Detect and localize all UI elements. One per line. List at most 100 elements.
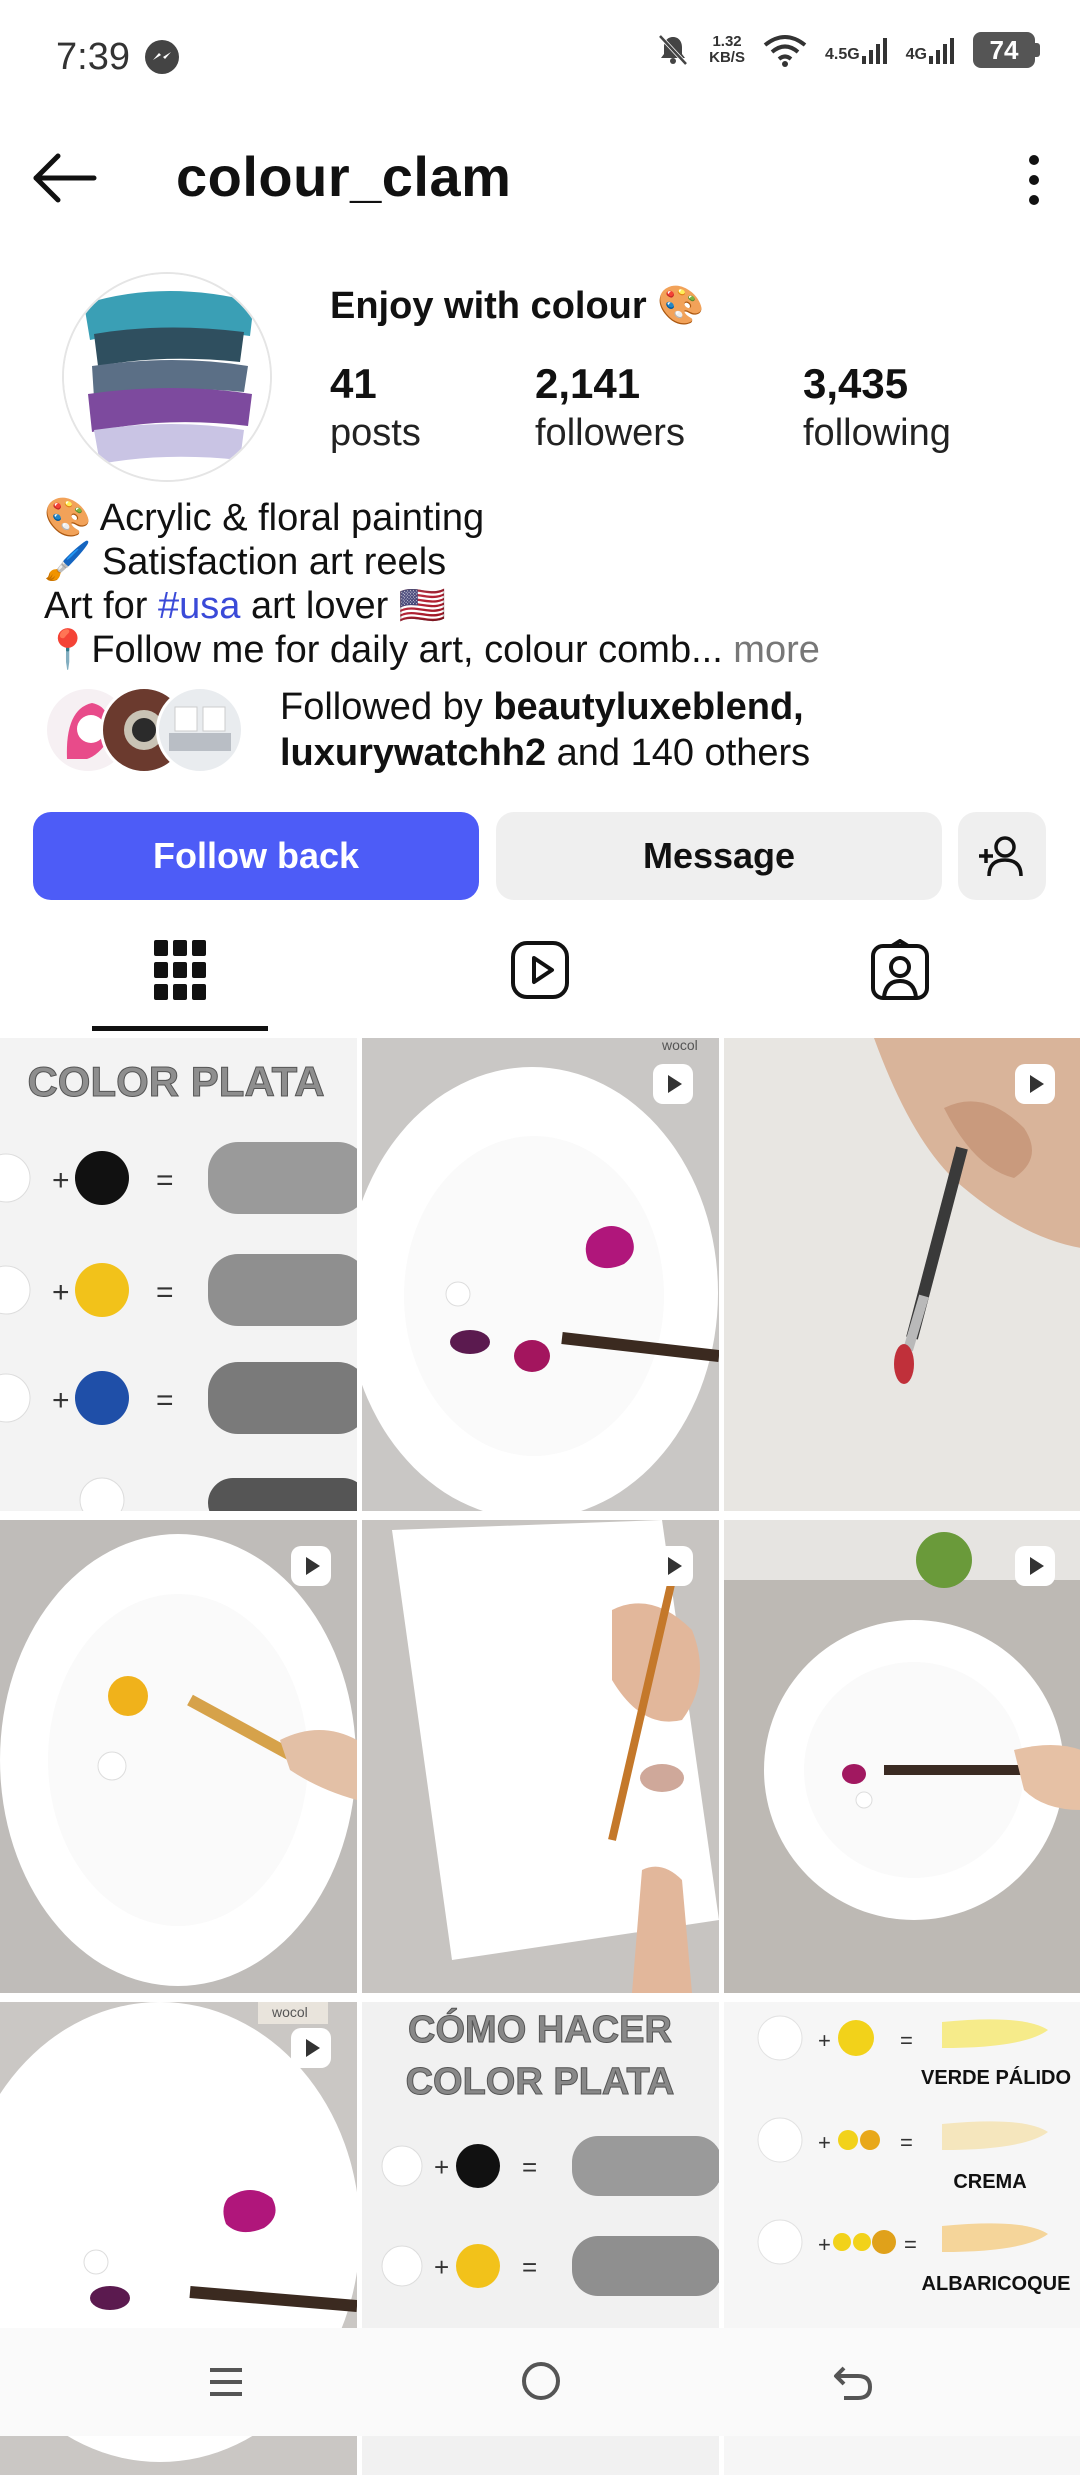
follower-avatar	[156, 686, 244, 774]
profile-tabs	[0, 910, 1080, 1031]
svg-text:=: =	[156, 1164, 174, 1197]
watermark-text: wocol	[661, 1038, 698, 1053]
tab-reels[interactable]	[360, 910, 720, 1030]
tab-posts-grid[interactable]	[0, 910, 360, 1030]
post-thumbnail[interactable]: wocol	[362, 1038, 719, 1511]
stat-posts[interactable]: 41 posts	[330, 360, 421, 455]
net-speed-value: 1.32	[712, 33, 742, 50]
followed-by-prefix: Followed by	[280, 686, 494, 728]
hashtag-link[interactable]: #usa	[158, 585, 240, 627]
signal-1-label: 4.5G	[824, 46, 860, 63]
svg-text:=: =	[904, 2232, 917, 2257]
back-arrow-icon[interactable]	[30, 148, 100, 208]
message-button[interactable]: Message	[496, 812, 942, 900]
bio-line-2: 🖌️ Satisfaction art reels	[44, 541, 447, 583]
system-navigation-bar	[0, 2328, 1080, 2436]
recent-apps-icon[interactable]	[206, 2362, 246, 2402]
stat-following[interactable]: 3,435 following	[803, 360, 951, 455]
svg-text:=: =	[522, 2252, 537, 2282]
grid-icon	[154, 940, 206, 1000]
messenger-notification-icon	[145, 40, 179, 74]
profile-header: colour_clam	[0, 120, 1080, 236]
network-speed: 1.32 KB/S	[709, 34, 745, 66]
color-label-2: CREMA	[953, 2171, 1026, 2193]
post-thumbnail[interactable]	[724, 1520, 1080, 1993]
posts-grid: COLOR PLATA + = + = + = wocol wocol CÓMO…	[0, 1038, 1080, 2475]
bio-line-3-pre: Art for	[44, 585, 159, 627]
battery-level: 74	[973, 32, 1035, 68]
bio-line-4: 📍Follow me for daily art, colour comb...…	[44, 628, 820, 672]
net-speed-unit: KB/S	[709, 49, 745, 66]
followed-by-user-2: luxurywatchh2	[280, 732, 547, 774]
tagged-person-icon	[871, 939, 929, 1000]
signal-2: 4G	[906, 36, 955, 64]
svg-text:+: +	[818, 2130, 831, 2155]
stat-followers[interactable]: 2,141 followers	[535, 360, 685, 455]
mute-bell-icon	[658, 34, 688, 66]
signal-1: 4.5G	[825, 36, 888, 64]
post-title-text: COLOR PLATA	[27, 1058, 324, 1105]
status-time: 7:39	[56, 36, 130, 78]
add-person-icon	[979, 836, 1023, 877]
stat-value: 2,141	[535, 360, 641, 407]
follow-back-button[interactable]: Follow back	[33, 812, 479, 900]
svg-text:+: +	[434, 2152, 449, 2182]
svg-text:+: +	[52, 1164, 70, 1197]
followed-by-suffix: and 140 others	[546, 732, 811, 774]
followed-by-avatars[interactable]	[44, 686, 264, 774]
post-title-line-2: COLOR PLATA	[406, 2061, 675, 2103]
profile-username: colour_clam	[176, 145, 512, 208]
followed-by-text[interactable]: Followed by beautyluxeblend, luxurywatch…	[280, 684, 810, 776]
bio-line-3: Art for #usa art lover 🇺🇸	[44, 584, 820, 628]
active-tab-indicator	[92, 1026, 268, 1031]
signal-bars-icon	[861, 38, 887, 64]
svg-text:=: =	[900, 2130, 913, 2155]
svg-text:+: +	[52, 1276, 70, 1309]
svg-text:+: +	[818, 2028, 831, 2053]
reel-play-icon	[1015, 1064, 1055, 1104]
bio-more-link[interactable]: more	[723, 629, 820, 671]
signal-bars-icon	[929, 38, 954, 64]
post-thumbnail[interactable]	[724, 1038, 1080, 1511]
svg-text:=: =	[900, 2028, 913, 2053]
post-thumbnail[interactable]	[362, 1520, 719, 1993]
more-options-icon[interactable]	[1024, 150, 1044, 210]
tab-tagged[interactable]	[720, 910, 1080, 1030]
stat-value: 3,435	[803, 360, 909, 407]
home-icon[interactable]	[520, 2360, 562, 2402]
stat-value: 41	[330, 360, 377, 407]
bio-line-1: 🎨 Acrylic & floral painting	[44, 497, 485, 539]
wifi-icon	[763, 35, 807, 67]
profile-bio: 🎨 Acrylic & floral painting 🖌️ Satisfact…	[44, 496, 820, 672]
color-label-3: ALBARICOQUE	[922, 2273, 1071, 2295]
stat-label: followers	[535, 412, 685, 454]
post-title-line-1: CÓMO HACER	[408, 2007, 672, 2051]
svg-text:+: +	[818, 2232, 831, 2257]
profile-avatar[interactable]	[62, 272, 272, 482]
reel-play-icon	[291, 1546, 331, 1586]
svg-text:=: =	[522, 2152, 537, 2182]
svg-text:=: =	[156, 1384, 174, 1417]
status-bar: 7:39 1.32 KB/S 4.5G 4G 74	[0, 0, 1080, 120]
suggested-users-button[interactable]	[958, 812, 1046, 900]
stat-label: posts	[330, 412, 421, 454]
post-thumbnail[interactable]	[0, 1520, 357, 1993]
post-thumbnail[interactable]: COLOR PLATA + = + = + =	[0, 1038, 357, 1511]
back-icon[interactable]	[832, 2360, 874, 2402]
reel-play-icon	[653, 1546, 693, 1586]
bio-line-4-text: 📍Follow me for daily art, colour comb...	[44, 629, 723, 671]
battery-icon: 74	[973, 32, 1040, 68]
profile-display-name: Enjoy with colour 🎨	[330, 285, 705, 327]
reel-play-icon	[1015, 1546, 1055, 1586]
svg-text:=: =	[156, 1276, 174, 1309]
reel-play-icon	[653, 1064, 693, 1104]
color-label-1: VERDE PÁLIDO	[921, 2066, 1071, 2089]
svg-text:+: +	[52, 1384, 70, 1417]
signal-2-label: 4G	[905, 46, 927, 63]
stat-label: following	[803, 412, 951, 454]
svg-text:+: +	[434, 2252, 449, 2282]
followed-by-user-1: beautyluxeblend,	[493, 686, 804, 728]
reels-icon	[511, 941, 569, 999]
bio-line-3-post: art lover 🇺🇸	[240, 585, 447, 627]
color-mix-row: + =	[0, 1142, 357, 1214]
